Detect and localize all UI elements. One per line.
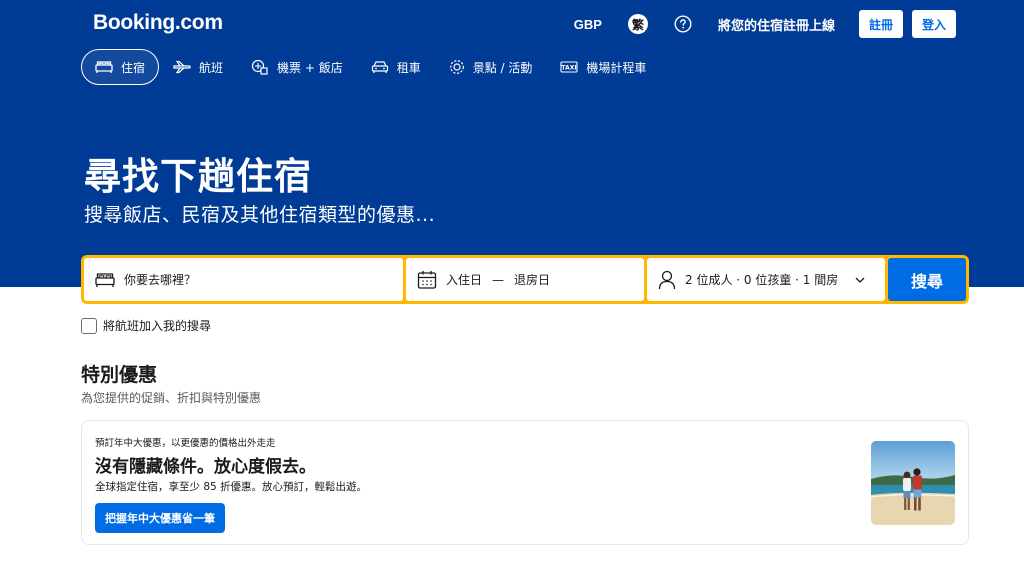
nav-tab-airport-taxi[interactable]: TAXI 機場計程車 — [546, 49, 660, 85]
add-flight-checkbox[interactable] — [81, 317, 97, 334]
sign-in-button[interactable]: 登入 — [911, 10, 956, 38]
hero-banner — [0, 0, 1024, 287]
nav-tab-label: 機場計程車 — [586, 60, 647, 75]
bed-icon — [95, 61, 113, 73]
nav-tab-label: 住宿 — [121, 60, 146, 75]
offer-kicker: 預訂年中大優惠，以更優惠的價格出外走走 — [95, 438, 276, 449]
product-nav: 住宿 航班 機票 + 飯店 租車 景點 / 活動 TAXI 機場計程車 — [81, 49, 660, 85]
hero-title: 尋找下趟住宿 — [84, 155, 312, 198]
nav-tab-label: 機票 + 飯店 — [277, 60, 343, 75]
taxi-icon: TAXI — [560, 61, 578, 73]
nav-tab-flights[interactable]: 航班 — [159, 49, 237, 85]
destination-placeholder: 你要去哪裡？ — [124, 273, 197, 287]
header-actions: GBP 繁 將您的住宿註冊上線 註冊 登入 — [574, 10, 956, 38]
guests-label: 2 位成人 · 0 位孩童 · 1 間房 — [685, 273, 839, 287]
register-button[interactable]: 註冊 — [858, 10, 903, 38]
search-button[interactable]: 搜尋 — [888, 258, 966, 301]
guests-summary: 2 位成人 · 0 位孩童 · 1 間房 — [658, 270, 838, 290]
plane-icon — [173, 60, 191, 74]
bed-icon — [95, 272, 115, 287]
car-icon — [371, 61, 388, 73]
question-circle-icon[interactable] — [674, 15, 692, 33]
destination-input[interactable]: 你要去哪裡？ — [84, 258, 403, 301]
nav-tab-label: 租車 — [396, 60, 421, 75]
list-property-link[interactable]: 將您的住宿註冊上線 — [718, 15, 835, 34]
offers-subtitle: 為您提供的促銷、折扣與特別優惠 — [81, 391, 262, 405]
attractions-icon — [449, 60, 464, 74]
calendar-icon — [417, 270, 437, 289]
nav-tab-stays[interactable]: 住宿 — [81, 49, 160, 85]
date-separator: — — [492, 272, 505, 287]
flight-hotel-icon — [251, 59, 268, 75]
offers-title: 特別優惠 — [81, 364, 158, 386]
nav-tab-label: 航班 — [199, 60, 224, 75]
chevron-down-icon — [855, 277, 865, 283]
currency-selector[interactable]: GBP — [574, 17, 602, 32]
offer-title: 沒有隱藏條件。放心度假去。 — [95, 457, 316, 477]
guests-selector[interactable]: 2 位成人 · 0 位孩童 · 1 間房 — [647, 258, 885, 301]
beach-couple-image — [871, 441, 955, 525]
nav-tab-attractions[interactable]: 景點 / 活動 — [435, 49, 547, 85]
nav-tab-label: 景點 / 活動 — [472, 60, 533, 75]
nav-tab-flight-hotel[interactable]: 機票 + 飯店 — [237, 49, 357, 85]
person-icon — [658, 270, 676, 289]
svg-text:TAXI: TAXI — [562, 65, 577, 72]
add-flight-option[interactable]: 將航班加入我的搜尋 — [81, 317, 211, 334]
offer-description: 全球指定住宿，享至少 85 折優惠。放心預訂，輕鬆出遊。 — [95, 481, 368, 493]
search-bar: 你要去哪裡？ 入住日 — 退房日 2 位成人 · 0 位孩童 · 1 間房 搜尋 — [81, 255, 969, 304]
nav-tab-car-rental[interactable]: 租車 — [357, 49, 435, 85]
booking-logo[interactable]: Booking.com — [93, 11, 223, 35]
hero-subtitle: 搜尋飯店、民宿及其他住宿類型的優惠... — [84, 204, 436, 226]
offer-card: 預訂年中大優惠，以更優惠的價格出外走走 沒有隱藏條件。放心度假去。 全球指定住宿… — [81, 420, 969, 545]
language-selector[interactable]: 繁 — [627, 14, 648, 34]
date-picker[interactable]: 入住日 — 退房日 — [406, 258, 644, 301]
checkout-label: 退房日 — [514, 273, 551, 287]
checkin-label: 入住日 — [446, 273, 483, 287]
add-flight-label: 將航班加入我的搜尋 — [103, 319, 212, 333]
offer-cta-button[interactable]: 把握年中大優惠省一筆 — [95, 503, 225, 533]
